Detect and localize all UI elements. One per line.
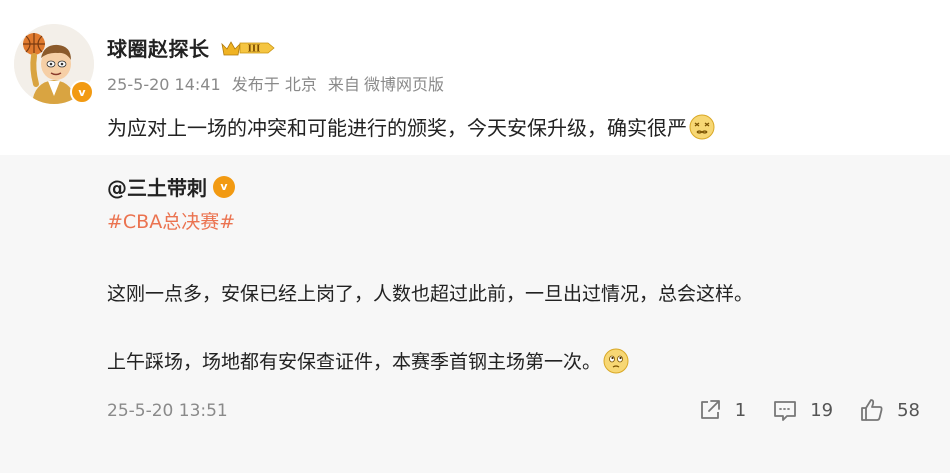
comment-count: 19	[810, 399, 834, 421]
weibo-post: v 球圈赵探长 III 25-5-20 14:41 发布于 北京 来自 微博网页版…	[0, 0, 950, 155]
dizzy-face-emoji-icon	[689, 114, 715, 140]
share-count: 1	[734, 399, 747, 421]
post-text: 为应对上一场的冲突和可能进行的颁奖，今天安保升级，确实很严	[107, 112, 715, 141]
thumbs-up-icon	[861, 399, 883, 421]
comment-icon	[774, 401, 797, 421]
repost-text-line-1: 这刚一点多，安保已经上岗了，人数也超过此前，一旦出过情况，总会这样。	[107, 283, 754, 305]
thinking-face-emoji-icon	[603, 348, 629, 374]
repost-text-line-2-content: 上午踩场，场地都有安保查证件，本赛季首钢主场第一次。	[107, 351, 602, 373]
post-source-prefix: 来自	[327, 75, 360, 94]
level-badge-text: III	[247, 44, 260, 54]
post-meta: 25-5-20 14:41 发布于 北京 来自 微博网页版	[107, 71, 450, 95]
repost-actions: 1 19 58	[671, 397, 920, 423]
verified-badge-icon: v	[213, 175, 235, 198]
repost-author: @三土带刺 v	[107, 172, 235, 201]
post-author: 球圈赵探长 III	[107, 33, 276, 62]
hashtag-link[interactable]: #CBA总决赛#	[107, 207, 235, 234]
share-button[interactable]: 1	[697, 397, 746, 423]
author-avatar[interactable]: v	[14, 24, 94, 104]
comment-button[interactable]: 19	[772, 397, 833, 423]
verified-badge-icon: v	[70, 80, 94, 104]
post-location: 发布于 北京	[231, 75, 317, 94]
share-icon	[700, 400, 720, 419]
author-name[interactable]: 球圈赵探长	[107, 33, 210, 62]
repost-time[interactable]: 25-5-20 13:51	[107, 401, 228, 421]
like-button[interactable]: 58	[859, 397, 920, 423]
crown-level-badge-icon[interactable]: III	[220, 38, 276, 58]
reposted-content[interactable]: @三土带刺 v #CBA总决赛# 这刚一点多，安保已经上岗了，人数也超过此前，一…	[0, 155, 950, 473]
post-text-content: 为应对上一场的冲突和可能进行的颁奖，今天安保升级，确实很严	[107, 116, 687, 140]
repost-text-line-2: 上午踩场，场地都有安保查证件，本赛季首钢主场第一次。	[107, 347, 629, 374]
like-count: 58	[897, 399, 920, 421]
post-time[interactable]: 25-5-20 14:41	[107, 75, 221, 94]
post-source[interactable]: 微博网页版	[364, 75, 444, 94]
repost-author-name[interactable]: @三土带刺	[107, 172, 207, 201]
